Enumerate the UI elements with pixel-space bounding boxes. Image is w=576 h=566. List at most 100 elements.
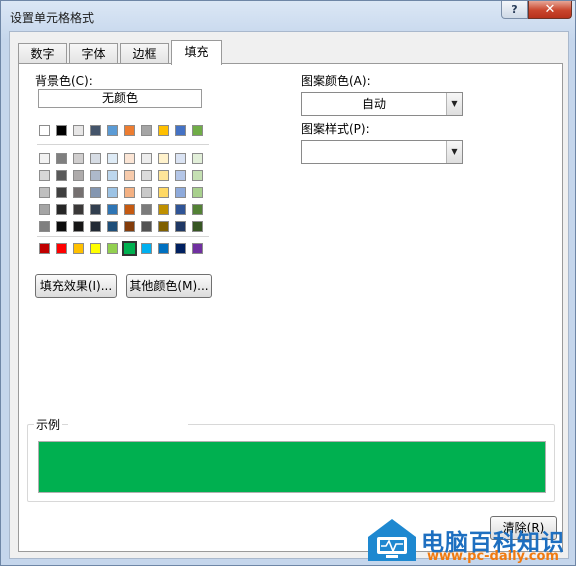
pattern-color-select[interactable]: 自动 ▼ <box>301 92 463 116</box>
color-swatch-shade5-7[interactable] <box>141 221 152 232</box>
dialog-title: 设置单元格格式 <box>10 11 95 25</box>
color-swatch-shade5-6[interactable] <box>124 221 135 232</box>
pattern-color-value: 自动 <box>361 97 386 111</box>
more-colors-button[interactable]: 其他颜色(M)... <box>126 274 212 298</box>
color-swatch-shade1-5[interactable] <box>107 153 118 164</box>
color-swatch-shade5-10[interactable] <box>192 221 203 232</box>
sample-group: 示例 <box>27 416 555 502</box>
color-swatch-shade4-7[interactable] <box>141 204 152 215</box>
color-swatch-theme-7[interactable] <box>141 125 152 136</box>
color-swatch-shade1-6[interactable] <box>124 153 135 164</box>
color-swatch-theme-3[interactable] <box>73 125 84 136</box>
color-swatch-shade5-9[interactable] <box>175 221 186 232</box>
color-swatch-shade2-8[interactable] <box>158 170 169 181</box>
color-swatch-shade3-3[interactable] <box>73 187 84 198</box>
color-swatch-shade4-3[interactable] <box>73 204 84 215</box>
color-swatch-shade5-3[interactable] <box>73 221 84 232</box>
color-swatch-shade4-10[interactable] <box>192 204 203 215</box>
tab-border[interactable]: 边框 <box>120 43 169 64</box>
color-swatch-standard-9[interactable] <box>175 243 186 254</box>
color-swatch-standard-10[interactable] <box>192 243 203 254</box>
close-button[interactable]: ✕ <box>528 1 572 19</box>
color-swatch-shade3-5[interactable] <box>107 187 118 198</box>
color-swatch-shade4-1[interactable] <box>39 204 50 215</box>
color-swatch-theme-4[interactable] <box>90 125 101 136</box>
color-swatch-shade1-2[interactable] <box>56 153 67 164</box>
fill-panel: 背景色(C): 无颜色 填充效果(I)... 其他颜色(M)... 图案颜色(A… <box>18 63 563 552</box>
color-swatch-shade3-1[interactable] <box>39 187 50 198</box>
color-swatch-standard-7[interactable] <box>141 243 152 254</box>
watermark-url: www.pc-daily.com <box>427 549 559 564</box>
color-swatch-theme-10[interactable] <box>192 125 203 136</box>
color-swatch-shade3-10[interactable] <box>192 187 203 198</box>
sample-gap <box>68 423 188 427</box>
color-swatch-shade2-4[interactable] <box>90 170 101 181</box>
tab-fill[interactable]: 填充 <box>171 40 222 65</box>
background-color-label: 背景色(C): <box>35 74 93 88</box>
fill-effects-button[interactable]: 填充效果(I)... <box>35 274 117 298</box>
color-swatch-shade2-2[interactable] <box>56 170 67 181</box>
color-swatch-standard-2[interactable] <box>56 243 67 254</box>
color-swatch-shade4-4[interactable] <box>90 204 101 215</box>
color-swatch-theme-2[interactable] <box>56 125 67 136</box>
color-swatch-theme-9[interactable] <box>175 125 186 136</box>
dialog-body: 数字 字体 边框 填充 背景色(C): 无颜色 填充效果(I)... 其他颜色(… <box>9 31 569 559</box>
color-swatch-shade2-10[interactable] <box>192 170 203 181</box>
color-swatch-theme-6[interactable] <box>124 125 135 136</box>
pattern-style-select[interactable]: ▼ <box>301 140 463 164</box>
color-swatch-shade2-5[interactable] <box>107 170 118 181</box>
color-swatch-shade5-4[interactable] <box>90 221 101 232</box>
color-swatch-shade2-6[interactable] <box>124 170 135 181</box>
color-swatch-theme-5[interactable] <box>107 125 118 136</box>
color-swatch-shade3-7[interactable] <box>141 187 152 198</box>
dropdown-arrow-icon[interactable]: ▼ <box>446 93 462 115</box>
tab-number[interactable]: 数字 <box>18 43 67 64</box>
color-swatch-standard-3[interactable] <box>73 243 84 254</box>
color-swatch-shade1-3[interactable] <box>73 153 84 164</box>
color-swatch-shade2-9[interactable] <box>175 170 186 181</box>
tab-font[interactable]: 字体 <box>69 43 118 64</box>
color-swatch-standard-5[interactable] <box>107 243 118 254</box>
color-swatch-shade1-7[interactable] <box>141 153 152 164</box>
color-swatch-shade3-4[interactable] <box>90 187 101 198</box>
color-swatch-shade4-2[interactable] <box>56 204 67 215</box>
color-swatch-shade2-3[interactable] <box>73 170 84 181</box>
color-swatch-shade1-8[interactable] <box>158 153 169 164</box>
color-swatch-standard-4[interactable] <box>90 243 101 254</box>
color-swatch-shade5-8[interactable] <box>158 221 169 232</box>
color-swatch-shade3-2[interactable] <box>56 187 67 198</box>
color-swatch-shade2-7[interactable] <box>141 170 152 181</box>
dropdown-arrow-icon[interactable]: ▼ <box>446 141 462 163</box>
color-swatch-shade4-6[interactable] <box>124 204 135 215</box>
watermark-logo-icon <box>368 519 416 561</box>
color-swatch-standard-6[interactable] <box>121 240 138 257</box>
color-swatch-shade5-2[interactable] <box>56 221 67 232</box>
palette-divider <box>37 144 209 145</box>
color-swatch-standard-1[interactable] <box>39 243 50 254</box>
color-swatch-shade5-5[interactable] <box>107 221 118 232</box>
pattern-style-value <box>302 141 446 163</box>
color-swatch-theme-1[interactable] <box>39 125 50 136</box>
color-swatch-shade2-1[interactable] <box>39 170 50 181</box>
color-swatch-shade1-1[interactable] <box>39 153 50 164</box>
color-swatch-shade4-8[interactable] <box>158 204 169 215</box>
color-swatch-shade3-9[interactable] <box>175 187 186 198</box>
color-swatch-theme-8[interactable] <box>158 125 169 136</box>
color-swatch-shade3-8[interactable] <box>158 187 169 198</box>
color-swatch-shade1-10[interactable] <box>192 153 203 164</box>
sample-label: 示例 <box>34 416 63 433</box>
format-cells-dialog: 设置单元格格式 ? ✕ 数字 字体 边框 填充 背景色(C): 无颜色 填充效果… <box>0 0 576 566</box>
color-swatch-shade1-9[interactable] <box>175 153 186 164</box>
color-swatch-shade4-5[interactable] <box>107 204 118 215</box>
help-button[interactable]: ? <box>501 1 528 19</box>
color-swatch-shade3-6[interactable] <box>124 187 135 198</box>
no-color-button[interactable]: 无颜色 <box>38 89 202 108</box>
sample-preview <box>38 441 546 493</box>
color-swatch-standard-8[interactable] <box>158 243 169 254</box>
color-swatch-shade5-1[interactable] <box>39 221 50 232</box>
pattern-style-label: 图案样式(P): <box>301 122 370 136</box>
palette-divider <box>37 236 209 237</box>
color-swatch-shade1-4[interactable] <box>90 153 101 164</box>
title-bar[interactable]: 设置单元格格式 ? ✕ <box>1 1 575 31</box>
color-swatch-shade4-9[interactable] <box>175 204 186 215</box>
